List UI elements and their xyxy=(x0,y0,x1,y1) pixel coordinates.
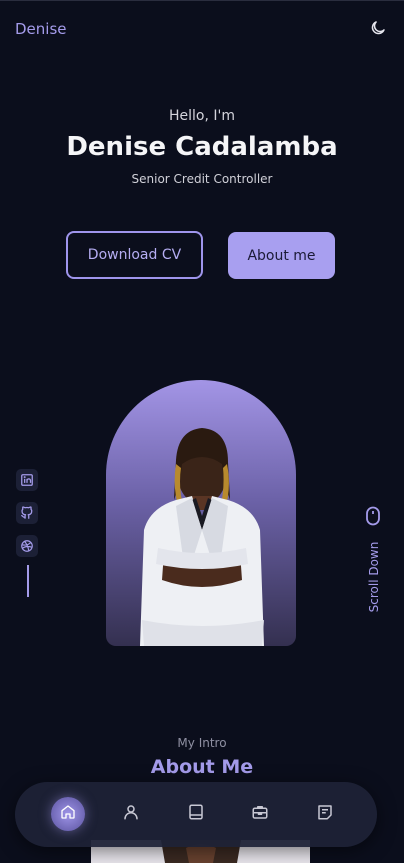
moon-icon[interactable] xyxy=(369,19,387,37)
download-cv-button[interactable]: Download CV xyxy=(66,231,203,279)
profile-photo xyxy=(106,380,296,646)
social-links xyxy=(16,469,38,568)
home-icon xyxy=(60,804,76,824)
message-icon xyxy=(316,803,334,825)
hero-role: Senior Credit Controller xyxy=(131,172,273,186)
nav-home[interactable] xyxy=(51,797,85,831)
linkedin-icon[interactable] xyxy=(16,469,38,491)
nav-services[interactable] xyxy=(243,797,277,831)
top-border xyxy=(0,0,404,1)
scroll-down-link[interactable]: Scroll Down xyxy=(362,506,384,616)
nav-contact[interactable] xyxy=(308,797,342,831)
nav-about[interactable] xyxy=(114,797,148,831)
social-divider xyxy=(27,565,29,597)
dribbble-icon[interactable] xyxy=(16,535,38,557)
scroll-down-label: Scroll Down xyxy=(367,541,381,613)
hero-name: Denise Cadalamba xyxy=(66,132,338,162)
brand-logo[interactable]: Denise xyxy=(15,20,67,38)
book-icon xyxy=(187,803,205,825)
bottom-nav xyxy=(15,782,377,847)
user-icon xyxy=(122,803,140,825)
briefcase-icon xyxy=(251,803,269,825)
about-me-button[interactable]: About me xyxy=(228,232,335,279)
nav-skills[interactable] xyxy=(179,797,213,831)
hero-greeting: Hello, I'm xyxy=(168,108,235,124)
github-icon[interactable] xyxy=(16,502,38,524)
intro-kicker: My Intro xyxy=(177,736,227,750)
about-section-title: About Me xyxy=(150,756,254,778)
